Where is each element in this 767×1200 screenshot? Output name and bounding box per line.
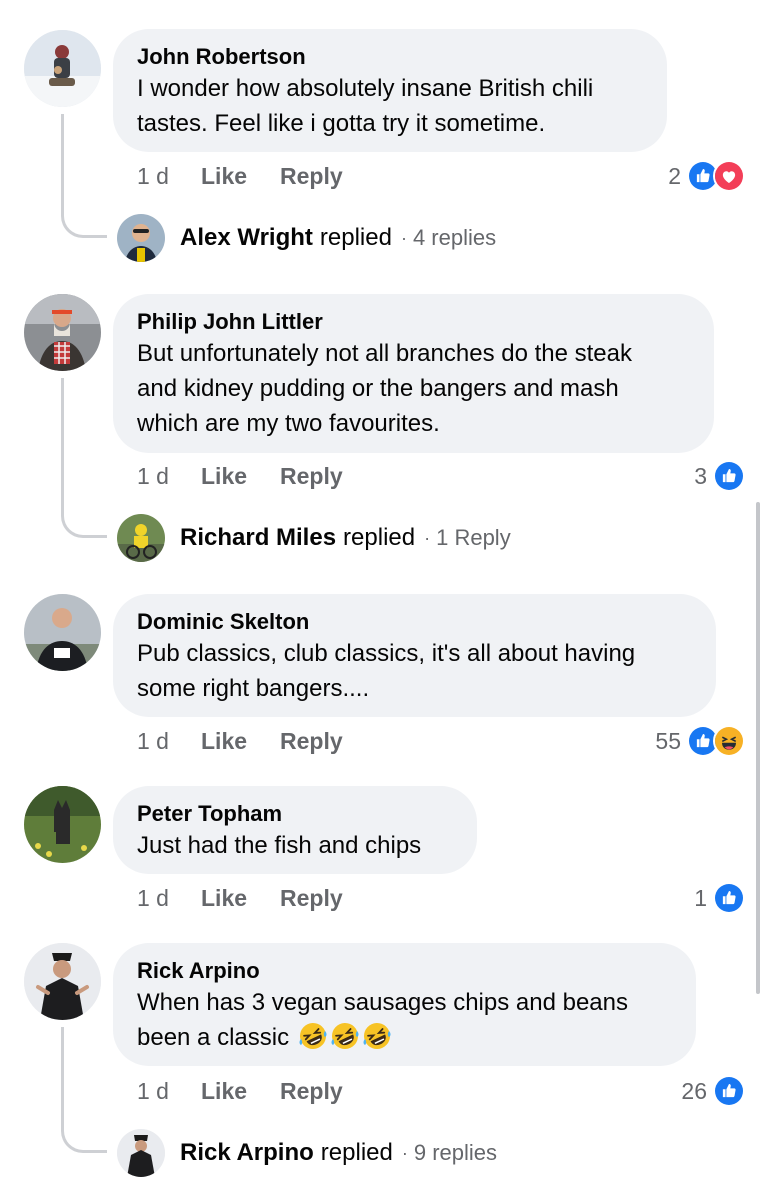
thread-line	[61, 114, 107, 238]
thread-line	[61, 1027, 107, 1153]
reply-preview[interactable]: Richard Miles replied · 1 Reply	[180, 524, 511, 552]
comment-author[interactable]: John Robertson	[137, 43, 643, 71]
like-button[interactable]: Like	[201, 163, 247, 190]
reply-author[interactable]: Richard Miles	[180, 524, 336, 552]
comment-text: I wonder how absolutely insane British c…	[137, 71, 643, 141]
reply-button[interactable]: Reply	[280, 728, 343, 755]
timestamp[interactable]: 1 d	[137, 163, 201, 190]
reaction-summary[interactable]: 1	[694, 882, 745, 914]
comment-line: But unfortunately not all branches do th…	[137, 340, 632, 367]
timestamp[interactable]: 1 d	[137, 728, 201, 755]
comment-line: Just had the fish and chips	[137, 832, 422, 859]
timestamp[interactable]: 1 d	[137, 463, 201, 490]
comment-author[interactable]: Philip John Littler	[137, 308, 690, 336]
separator-dot: ·	[400, 227, 407, 248]
comment-bubble: John Robertson I wonder how absolutely i…	[113, 29, 667, 152]
comment-line: some right bangers....	[137, 675, 370, 702]
like-button[interactable]: Like	[201, 463, 247, 490]
reaction-count: 55	[655, 727, 681, 754]
avatar[interactable]	[24, 594, 101, 671]
reply-author[interactable]: Rick Arpino	[180, 1139, 314, 1167]
like-button[interactable]: Like	[201, 1078, 247, 1105]
reply-preview[interactable]: Alex Wright replied · 4 replies	[180, 224, 496, 252]
comment-bubble: Rick Arpino When has 3 vegan sausages ch…	[113, 943, 696, 1066]
comment-line-with-emoji: been a classic	[137, 1020, 672, 1055]
comment-author[interactable]: Dominic Skelton	[137, 608, 692, 636]
reply-button[interactable]: Reply	[280, 885, 343, 912]
reaction-summary[interactable]: 55	[655, 725, 745, 757]
reply-preview[interactable]: Rick Arpino replied · 9 replies	[180, 1139, 497, 1167]
comment-line: I wonder how absolutely insane British c…	[137, 75, 594, 102]
like-icon	[713, 1075, 745, 1107]
timestamp[interactable]: 1 d	[137, 885, 201, 912]
replied-label: replied	[319, 224, 392, 251]
comment-meta: 1 d Like Reply	[137, 1078, 376, 1105]
replied-label: replied	[343, 524, 416, 551]
avatar[interactable]	[24, 30, 101, 107]
reply-avatar[interactable]	[117, 1129, 165, 1177]
reply-button[interactable]: Reply	[280, 1078, 343, 1105]
comment-bubble: Peter Topham Just had the fish and chips	[113, 786, 477, 874]
comment-author[interactable]: Peter Topham	[137, 800, 453, 828]
reaction-count: 2	[668, 162, 681, 189]
comment-bubble: Dominic Skelton Pub classics, club class…	[113, 594, 716, 717]
rolling-on-floor-laughing-emoji	[330, 1021, 360, 1051]
comment-meta: 1 d Like Reply	[137, 728, 376, 755]
rolling-on-floor-laughing-emoji	[362, 1021, 392, 1051]
comment-author[interactable]: Rick Arpino	[137, 957, 672, 985]
comment-text: Just had the fish and chips	[137, 828, 453, 863]
avatar[interactable]	[24, 786, 101, 863]
comment-meta: 1 d Like Reply	[137, 463, 376, 490]
reaction-summary[interactable]: 3	[694, 460, 745, 492]
love-icon	[713, 160, 745, 192]
thread-line	[61, 378, 107, 538]
like-icon	[713, 460, 745, 492]
reply-button[interactable]: Reply	[280, 463, 343, 490]
reaction-count: 3	[694, 462, 707, 489]
reaction-summary[interactable]: 2	[668, 160, 745, 192]
comment-line: When has 3 vegan sausages chips and bean…	[137, 989, 629, 1016]
comment-line: Pub classics, club classics, it's all ab…	[137, 640, 636, 667]
comment-text: When has 3 vegan sausages chips and bean…	[137, 985, 672, 1055]
avatar[interactable]	[24, 943, 101, 1020]
like-icon	[713, 882, 745, 914]
like-button[interactable]: Like	[201, 728, 247, 755]
haha-icon	[713, 725, 745, 757]
comment-text: But unfortunately not all branches do th…	[137, 336, 690, 441]
reply-count[interactable]: 9 replies	[414, 1140, 497, 1166]
comment-meta: 1 d Like Reply	[137, 163, 376, 190]
like-button[interactable]: Like	[201, 885, 247, 912]
comment-line: and kidney pudding or the bangers and ma…	[137, 375, 619, 402]
avatar[interactable]	[24, 294, 101, 371]
reply-count[interactable]: 4 replies	[413, 225, 496, 251]
reply-avatar[interactable]	[117, 514, 165, 562]
separator-dot: ·	[424, 527, 431, 548]
rolling-on-floor-laughing-emoji	[298, 1021, 328, 1051]
reply-avatar[interactable]	[117, 214, 165, 262]
comment-line: tastes. Feel like i gotta try it sometim…	[137, 110, 546, 137]
scrollbar[interactable]	[756, 502, 760, 994]
reply-button[interactable]: Reply	[280, 163, 343, 190]
comment-bubble: Philip John Littler But unfortunately no…	[113, 294, 714, 453]
reaction-count: 1	[694, 884, 707, 911]
reaction-summary[interactable]: 26	[681, 1075, 745, 1107]
replied-label: replied	[320, 1139, 393, 1166]
separator-dot: ·	[401, 1142, 408, 1163]
reaction-count: 26	[681, 1077, 707, 1104]
comment-meta: 1 d Like Reply	[137, 885, 376, 912]
reply-author[interactable]: Alex Wright	[180, 224, 313, 252]
comment-text: Pub classics, club classics, it's all ab…	[137, 636, 692, 706]
comment-line: which are my two favourites.	[137, 410, 440, 437]
reply-count[interactable]: 1 Reply	[436, 525, 511, 551]
timestamp[interactable]: 1 d	[137, 1078, 201, 1105]
comment-line: been a classic	[137, 1024, 290, 1051]
